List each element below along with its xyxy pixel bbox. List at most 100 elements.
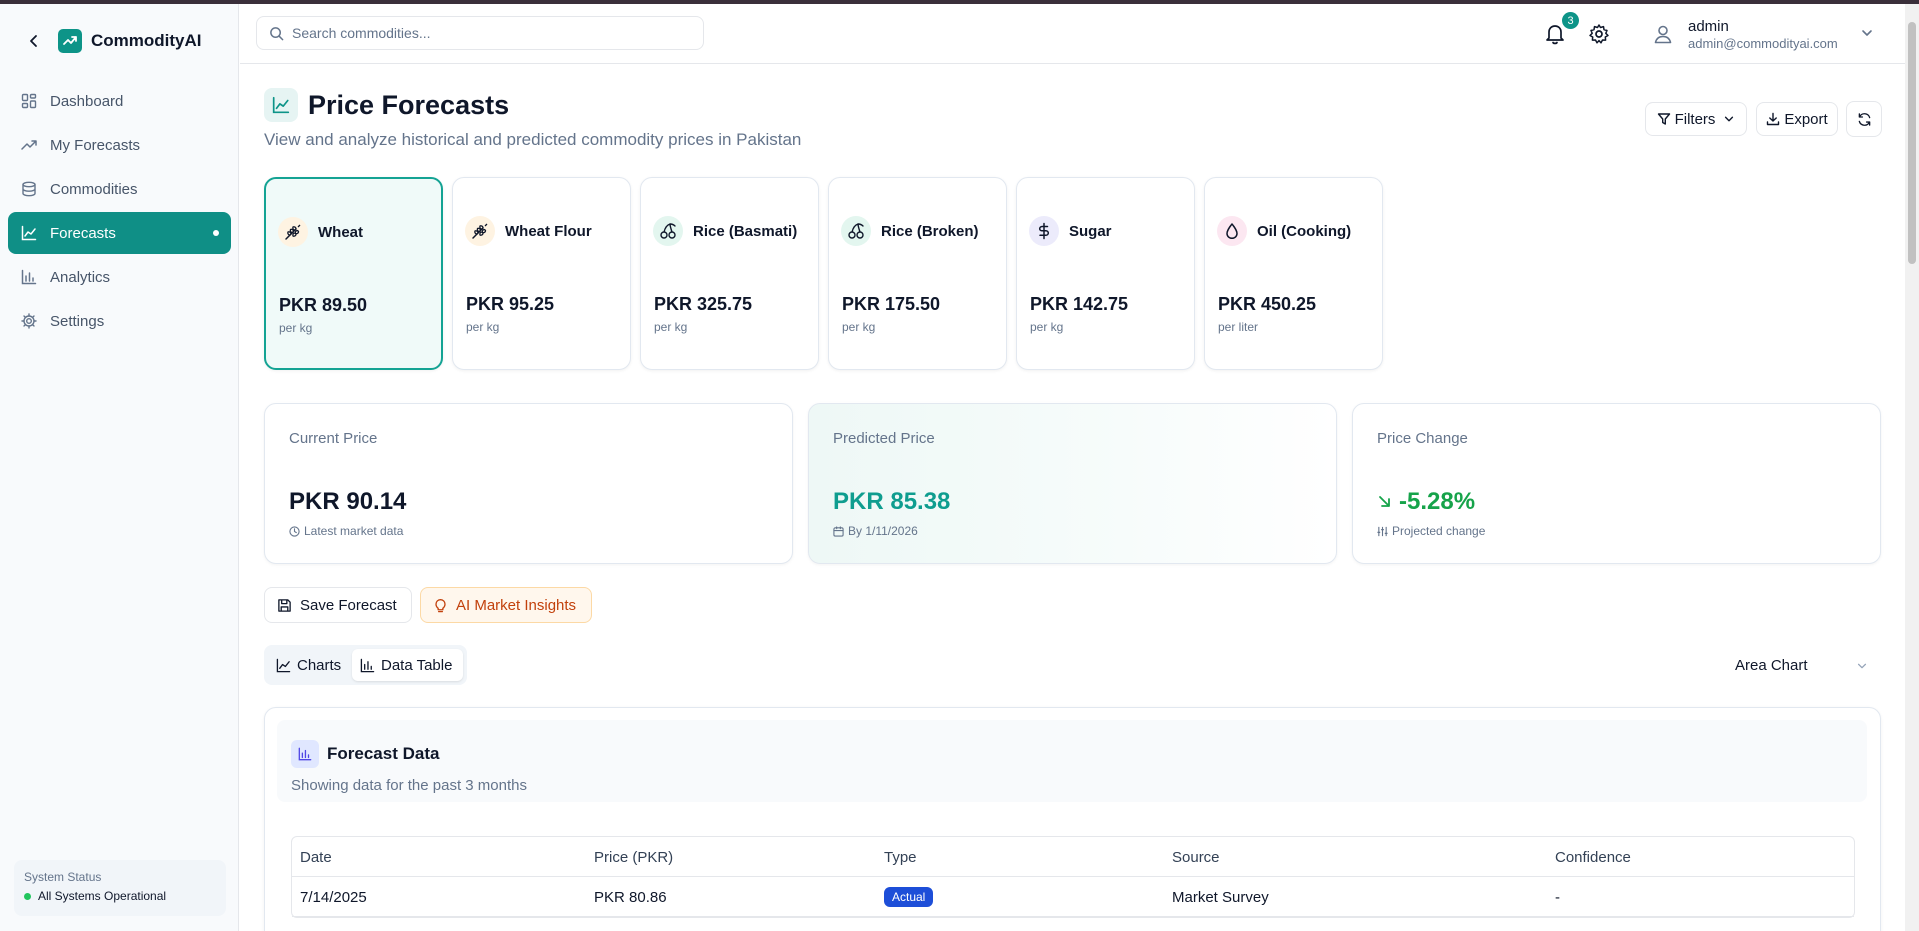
current-price-card: Current Price PKR 90.14 Latest market da… [264,403,793,564]
sidebar-item-dashboard[interactable]: Dashboard [8,80,231,122]
bar-chart-icon [20,268,38,286]
chevron-left-icon [30,35,37,47]
gear-icon [20,312,38,330]
commodity-name: Sugar [1069,223,1112,240]
column-header-type[interactable]: Type [884,837,917,877]
sidebar-item-label: Settings [50,312,105,330]
tab-label: Data Table [381,656,453,674]
search-icon [270,26,284,40]
filters-button[interactable]: Filters [1645,102,1747,136]
sidebar-item-my-forecasts[interactable]: My Forecasts [8,124,231,166]
wheat-icon [465,216,495,246]
filters-label: Filters [1674,110,1716,128]
app-name: CommodityAI [91,31,202,50]
table-row[interactable]: 7/14/2025 PKR 80.86 Actual Market Survey… [292,877,1854,917]
cell-date: 7/14/2025 [300,888,367,906]
column-header-price[interactable]: Price (PKR) [594,837,673,877]
commodity-name: Wheat Flour [505,223,592,240]
cell-source: Market Survey [1172,888,1269,906]
stat-label: Predicted Price [833,430,935,447]
sidebar: CommodityAI Dashboard My Forecasts Commo… [0,4,239,931]
sidebar-item-label: Commodities [50,180,138,198]
dollar-icon [1029,216,1059,246]
page-subtitle: View and analyze historical and predicte… [264,130,802,149]
sidebar-item-analytics[interactable]: Analytics [8,256,231,298]
column-header-confidence[interactable]: Confidence [1555,837,1631,877]
line-chart-icon [264,88,298,122]
sidebar-item-label: Forecasts [50,224,116,242]
tab-label: Charts [297,656,342,674]
stat-subtext: By 1/11/2026 [833,524,918,538]
column-header-source[interactable]: Source [1172,837,1220,877]
logo-icon [58,29,82,53]
sidebar-item-commodities[interactable]: Commodities [8,168,231,210]
export-button[interactable]: Export [1756,102,1838,136]
trend-icon [20,136,38,154]
user-menu[interactable]: admin admin@commodityai.com [1652,14,1838,54]
tab-data-table[interactable]: Data Table [352,649,463,681]
page-title: Price Forecasts [308,89,510,120]
settings-gear-icon[interactable] [1588,23,1610,45]
stat-subtext-label: Latest market data [304,524,404,538]
filter-icon [1657,113,1670,125]
sidebar-item-label: My Forecasts [50,136,141,154]
commodity-card-wheat-flour[interactable]: Wheat Flour PKR 95.25 per kg [452,177,631,370]
commodity-unit: per kg [842,320,876,334]
search-box[interactable] [256,16,704,50]
ai-insights-label: AI Market Insights [456,596,577,614]
sidebar-item-label: Analytics [50,268,111,286]
commodity-price: PKR 95.25 [466,294,555,314]
grid-icon [20,92,38,110]
cherries-icon [653,216,683,246]
bell-icon[interactable] [1544,22,1566,46]
save-forecast-label: Save Forecast [300,596,397,614]
system-status-label: System Status [24,870,102,884]
system-status: System Status All Systems Operational [14,860,226,916]
ai-market-insights-button[interactable]: AI Market Insights [420,587,592,623]
chart-type-select[interactable]: Area Chart [1723,646,1878,684]
column-header-date[interactable]: Date [300,837,332,877]
commodity-price: PKR 325.75 [654,294,753,314]
stat-label: Current Price [289,430,378,447]
search-input[interactable] [292,25,672,41]
commodity-card-oil-cooking[interactable]: Oil (Cooking) PKR 450.25 per liter [1204,177,1383,370]
status-dot-icon [24,892,31,900]
notification-badge: 3 [1562,12,1579,29]
refresh-button[interactable] [1846,101,1882,137]
commodity-card-rice-broken[interactable]: Rice (Broken) PKR 175.50 per kg [828,177,1007,370]
chevron-down-icon [1857,663,1867,669]
commodity-card-rice-basmati[interactable]: Rice (Basmati) PKR 325.75 per kg [640,177,819,370]
commodity-price: PKR 450.25 [1218,294,1317,314]
refresh-icon [1858,112,1870,126]
forecast-data-panel: Forecast Data Showing data for the past … [264,707,1881,931]
clock-icon [289,525,300,537]
chevron-down-icon [1725,116,1734,122]
back-button[interactable] [20,27,48,55]
top-header: 3 admin admin@commodityai.com [240,4,1905,64]
chevron-down-icon[interactable] [1860,26,1874,40]
user-icon [1654,25,1672,44]
table-header-row: Date Price (PKR) Type Source Confidence [292,837,1854,877]
user-email: admin@commodityai.com [1688,35,1838,51]
tab-charts[interactable]: Charts [268,649,350,681]
commodity-name: Rice (Broken) [881,223,979,240]
commodity-card-wheat[interactable]: Wheat PKR 89.50 per kg [264,177,443,370]
commodity-name: Oil (Cooking) [1257,223,1352,240]
cell-type: Actual [884,877,934,917]
sidebar-item-forecasts[interactable]: Forecasts [8,212,231,254]
calendar-icon [833,525,844,537]
commodity-price: PKR 142.75 [1030,294,1129,314]
cell-price: PKR 80.86 [594,888,667,906]
commodity-unit: per kg [279,321,313,335]
export-label: Export [1784,110,1828,128]
stat-value: PKR 90.14 [289,488,407,515]
type-badge: Actual [884,887,934,907]
chart-type-value: Area Chart [1735,656,1808,674]
bar-chart-icon [291,740,319,768]
sliders-icon [1377,526,1388,536]
scrollbar-thumb[interactable] [1908,22,1916,264]
save-forecast-button[interactable]: Save Forecast [264,587,412,623]
commodity-card-sugar[interactable]: Sugar PKR 142.75 per kg [1016,177,1195,370]
sidebar-item-settings[interactable]: Settings [8,300,231,342]
stat-subtext: Latest market data [289,524,403,538]
